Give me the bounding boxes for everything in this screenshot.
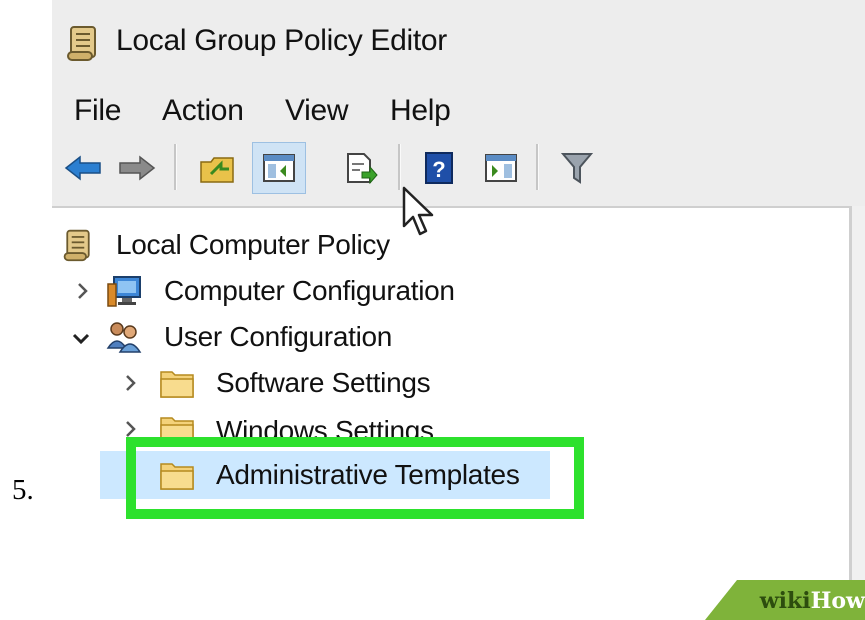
menu-file[interactable]: File <box>74 94 121 128</box>
scroll-policy-icon <box>63 229 90 262</box>
toolbar-separator <box>398 144 401 190</box>
svg-text:?: ? <box>432 157 445 182</box>
callout-highlight-box <box>126 437 584 519</box>
show-hide-console-tree-icon <box>263 154 295 182</box>
up-one-level-button[interactable] <box>190 142 244 194</box>
up-folder-icon <box>200 157 234 183</box>
folder-icon <box>160 371 194 398</box>
mouse-cursor-icon <box>402 186 434 236</box>
chevron-right-icon[interactable] <box>122 420 140 438</box>
tree-label: Software Settings <box>216 367 431 398</box>
show-hide-action-pane-icon <box>485 154 517 182</box>
computer-icon <box>107 276 141 307</box>
menu-view[interactable]: View <box>285 94 349 128</box>
forward-button[interactable] <box>110 142 164 194</box>
filter-button[interactable] <box>550 142 604 194</box>
forward-arrow-icon <box>119 155 156 181</box>
menu-action[interactable]: Action <box>162 94 244 128</box>
help-icon: ? <box>425 152 453 184</box>
tree-item-computer-configuration[interactable]: Computer Configuration <box>66 268 455 314</box>
show-hide-action-pane-button[interactable] <box>474 142 528 194</box>
title-bar: Local Group Policy Editor <box>52 0 865 86</box>
chevron-down-icon[interactable] <box>72 330 90 348</box>
export-list-button[interactable] <box>334 142 388 194</box>
tree-label: Local Computer Policy <box>116 229 390 260</box>
tree-item-software-settings[interactable]: Software Settings <box>118 360 431 406</box>
back-button[interactable] <box>56 142 110 194</box>
menu-help[interactable]: Help <box>390 94 451 128</box>
pane-splitter[interactable] <box>849 206 865 620</box>
export-list-icon <box>347 153 378 184</box>
menu-bar: File Action View Help <box>52 86 865 136</box>
tree-label: User Configuration <box>164 321 393 352</box>
step-number: 5. <box>12 474 34 506</box>
back-arrow-icon <box>64 155 101 181</box>
chevron-right-icon[interactable] <box>74 282 92 300</box>
toolbar: ? <box>52 138 865 204</box>
tree-item-user-configuration[interactable]: User Configuration <box>66 314 392 360</box>
scroll-policy-icon <box>67 26 96 61</box>
watermark-text: wikiHow <box>759 588 865 614</box>
tree-item-local-computer-policy[interactable]: Local Computer Policy <box>62 222 390 268</box>
chevron-right-icon[interactable] <box>122 374 140 392</box>
show-hide-tree-button[interactable] <box>252 142 306 194</box>
window-title: Local Group Policy Editor <box>116 24 447 57</box>
toolbar-separator <box>536 144 539 190</box>
tree-label: Computer Configuration <box>164 275 455 306</box>
users-icon <box>106 322 142 353</box>
filter-icon <box>561 153 593 184</box>
toolbar-separator <box>174 144 177 190</box>
